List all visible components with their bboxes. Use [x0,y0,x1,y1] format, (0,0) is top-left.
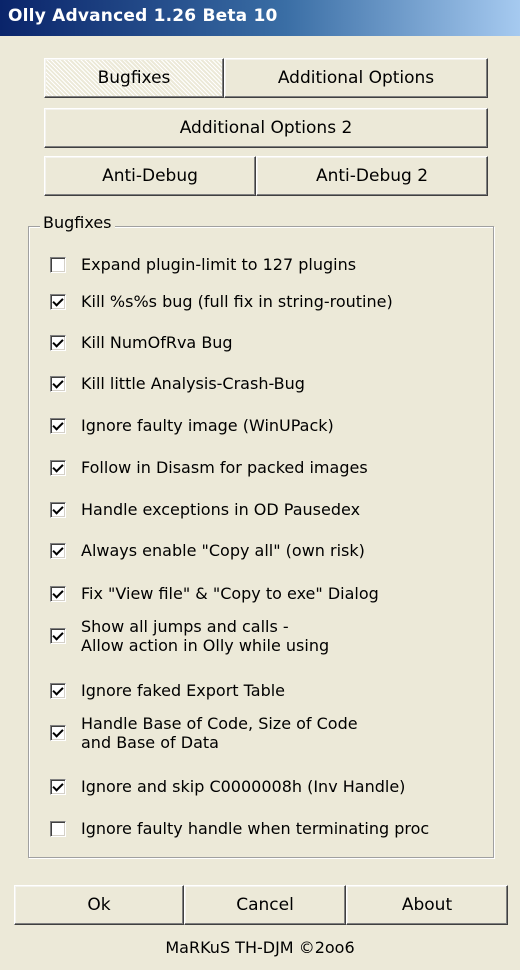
checkbox[interactable] [50,820,66,837]
option-label-line2: and Base of Data [81,733,219,752]
option-kill-numofrva-bug[interactable]: Kill NumOfRva Bug [50,333,233,352]
option-label: Follow in Disasm for packed images [81,458,368,477]
checkbox[interactable] [50,585,66,602]
option-label-line1: Show all jumps and calls - [81,617,289,636]
option-kill-ss-bug[interactable]: Kill %s%s bug (full fix in string-routin… [50,292,393,311]
olly-advanced-window: Olly Advanced 1.26 Beta 10 Bugfixes Addi… [0,0,520,970]
checkbox[interactable] [50,542,66,559]
tab-anti-debug-2[interactable]: Anti-Debug 2 [256,156,488,196]
checkbox[interactable] [50,778,66,795]
checkbox[interactable] [50,628,66,644]
option-label: Expand plugin-limit to 127 plugins [81,255,357,274]
option-label: Ignore faulty image (WinUPack) [81,416,334,435]
checkbox[interactable] [50,417,66,434]
option-label: Ignore faulty handle when terminating pr… [81,819,430,838]
checkbox[interactable] [50,459,66,476]
tab-anti-debug[interactable]: Anti-Debug [44,156,256,196]
checkbox[interactable] [50,725,66,741]
footer-credit: MaRKuS TH-DJM ©2oo6 [165,938,355,957]
option-always-enable-copy-all[interactable]: Always enable "Copy all" (own risk) [50,541,365,560]
tab-additional-options[interactable]: Additional Options [224,58,488,98]
checkbox[interactable] [50,375,66,392]
option-ignore-skip-c0000008h[interactable]: Ignore and skip C0000008h (Inv Handle) [50,777,405,796]
option-handle-exceptions-pausedex[interactable]: Handle exceptions in OD Pausedex [50,500,360,519]
ok-button[interactable]: Ok [14,885,184,925]
tab-bugfixes[interactable]: Bugfixes [44,58,224,98]
option-kill-analysis-crash-bug[interactable]: Kill little Analysis-Crash-Bug [50,374,305,393]
option-fix-view-file-dialog[interactable]: Fix "View file" & "Copy to exe" Dialog [50,584,379,603]
option-label: Kill %s%s bug (full fix in string-routin… [81,292,393,311]
option-label: Kill little Analysis-Crash-Bug [81,374,305,393]
title-bar[interactable]: Olly Advanced 1.26 Beta 10 [0,0,520,36]
checkbox[interactable] [50,334,66,351]
option-label: Ignore faked Export Table [81,681,286,700]
checkbox[interactable] [50,682,66,699]
option-label: Fix "View file" & "Copy to exe" Dialog [81,584,379,603]
about-button[interactable]: About [346,885,508,925]
option-label: Handle exceptions in OD Pausedex [81,500,361,519]
option-ignore-faked-export-table[interactable]: Ignore faked Export Table [50,681,285,700]
option-label-line2: Allow action in Olly while using [81,636,330,655]
tab-additional-options-2[interactable]: Additional Options 2 [44,108,488,148]
checkbox[interactable] [50,501,66,518]
option-label: Show all jumps and calls - Allow action … [81,617,329,655]
option-show-all-jumps-calls[interactable]: Show all jumps and calls - Allow action … [50,617,329,655]
window-title: Olly Advanced 1.26 Beta 10 [8,6,278,26]
option-label: Ignore and skip C0000008h (Inv Handle) [81,777,406,796]
option-label-line1: Handle Base of Code, Size of Code [81,714,358,733]
option-ignore-faulty-image[interactable]: Ignore faulty image (WinUPack) [50,416,334,435]
checkbox[interactable] [50,256,66,273]
option-label: Handle Base of Code, Size of Code and Ba… [81,714,358,752]
option-label: Kill NumOfRva Bug [81,333,233,352]
option-follow-in-disasm[interactable]: Follow in Disasm for packed images [50,458,368,477]
checkbox[interactable] [50,293,66,310]
option-expand-plugin-limit[interactable]: Expand plugin-limit to 127 plugins [50,255,356,274]
option-label: Always enable "Copy all" (own risk) [81,541,365,560]
option-handle-base-of-code[interactable]: Handle Base of Code, Size of Code and Ba… [50,714,358,752]
option-ignore-faulty-handle-terminating[interactable]: Ignore faulty handle when terminating pr… [50,819,429,838]
groupbox-title: Bugfixes [40,213,115,232]
cancel-button[interactable]: Cancel [184,885,346,925]
